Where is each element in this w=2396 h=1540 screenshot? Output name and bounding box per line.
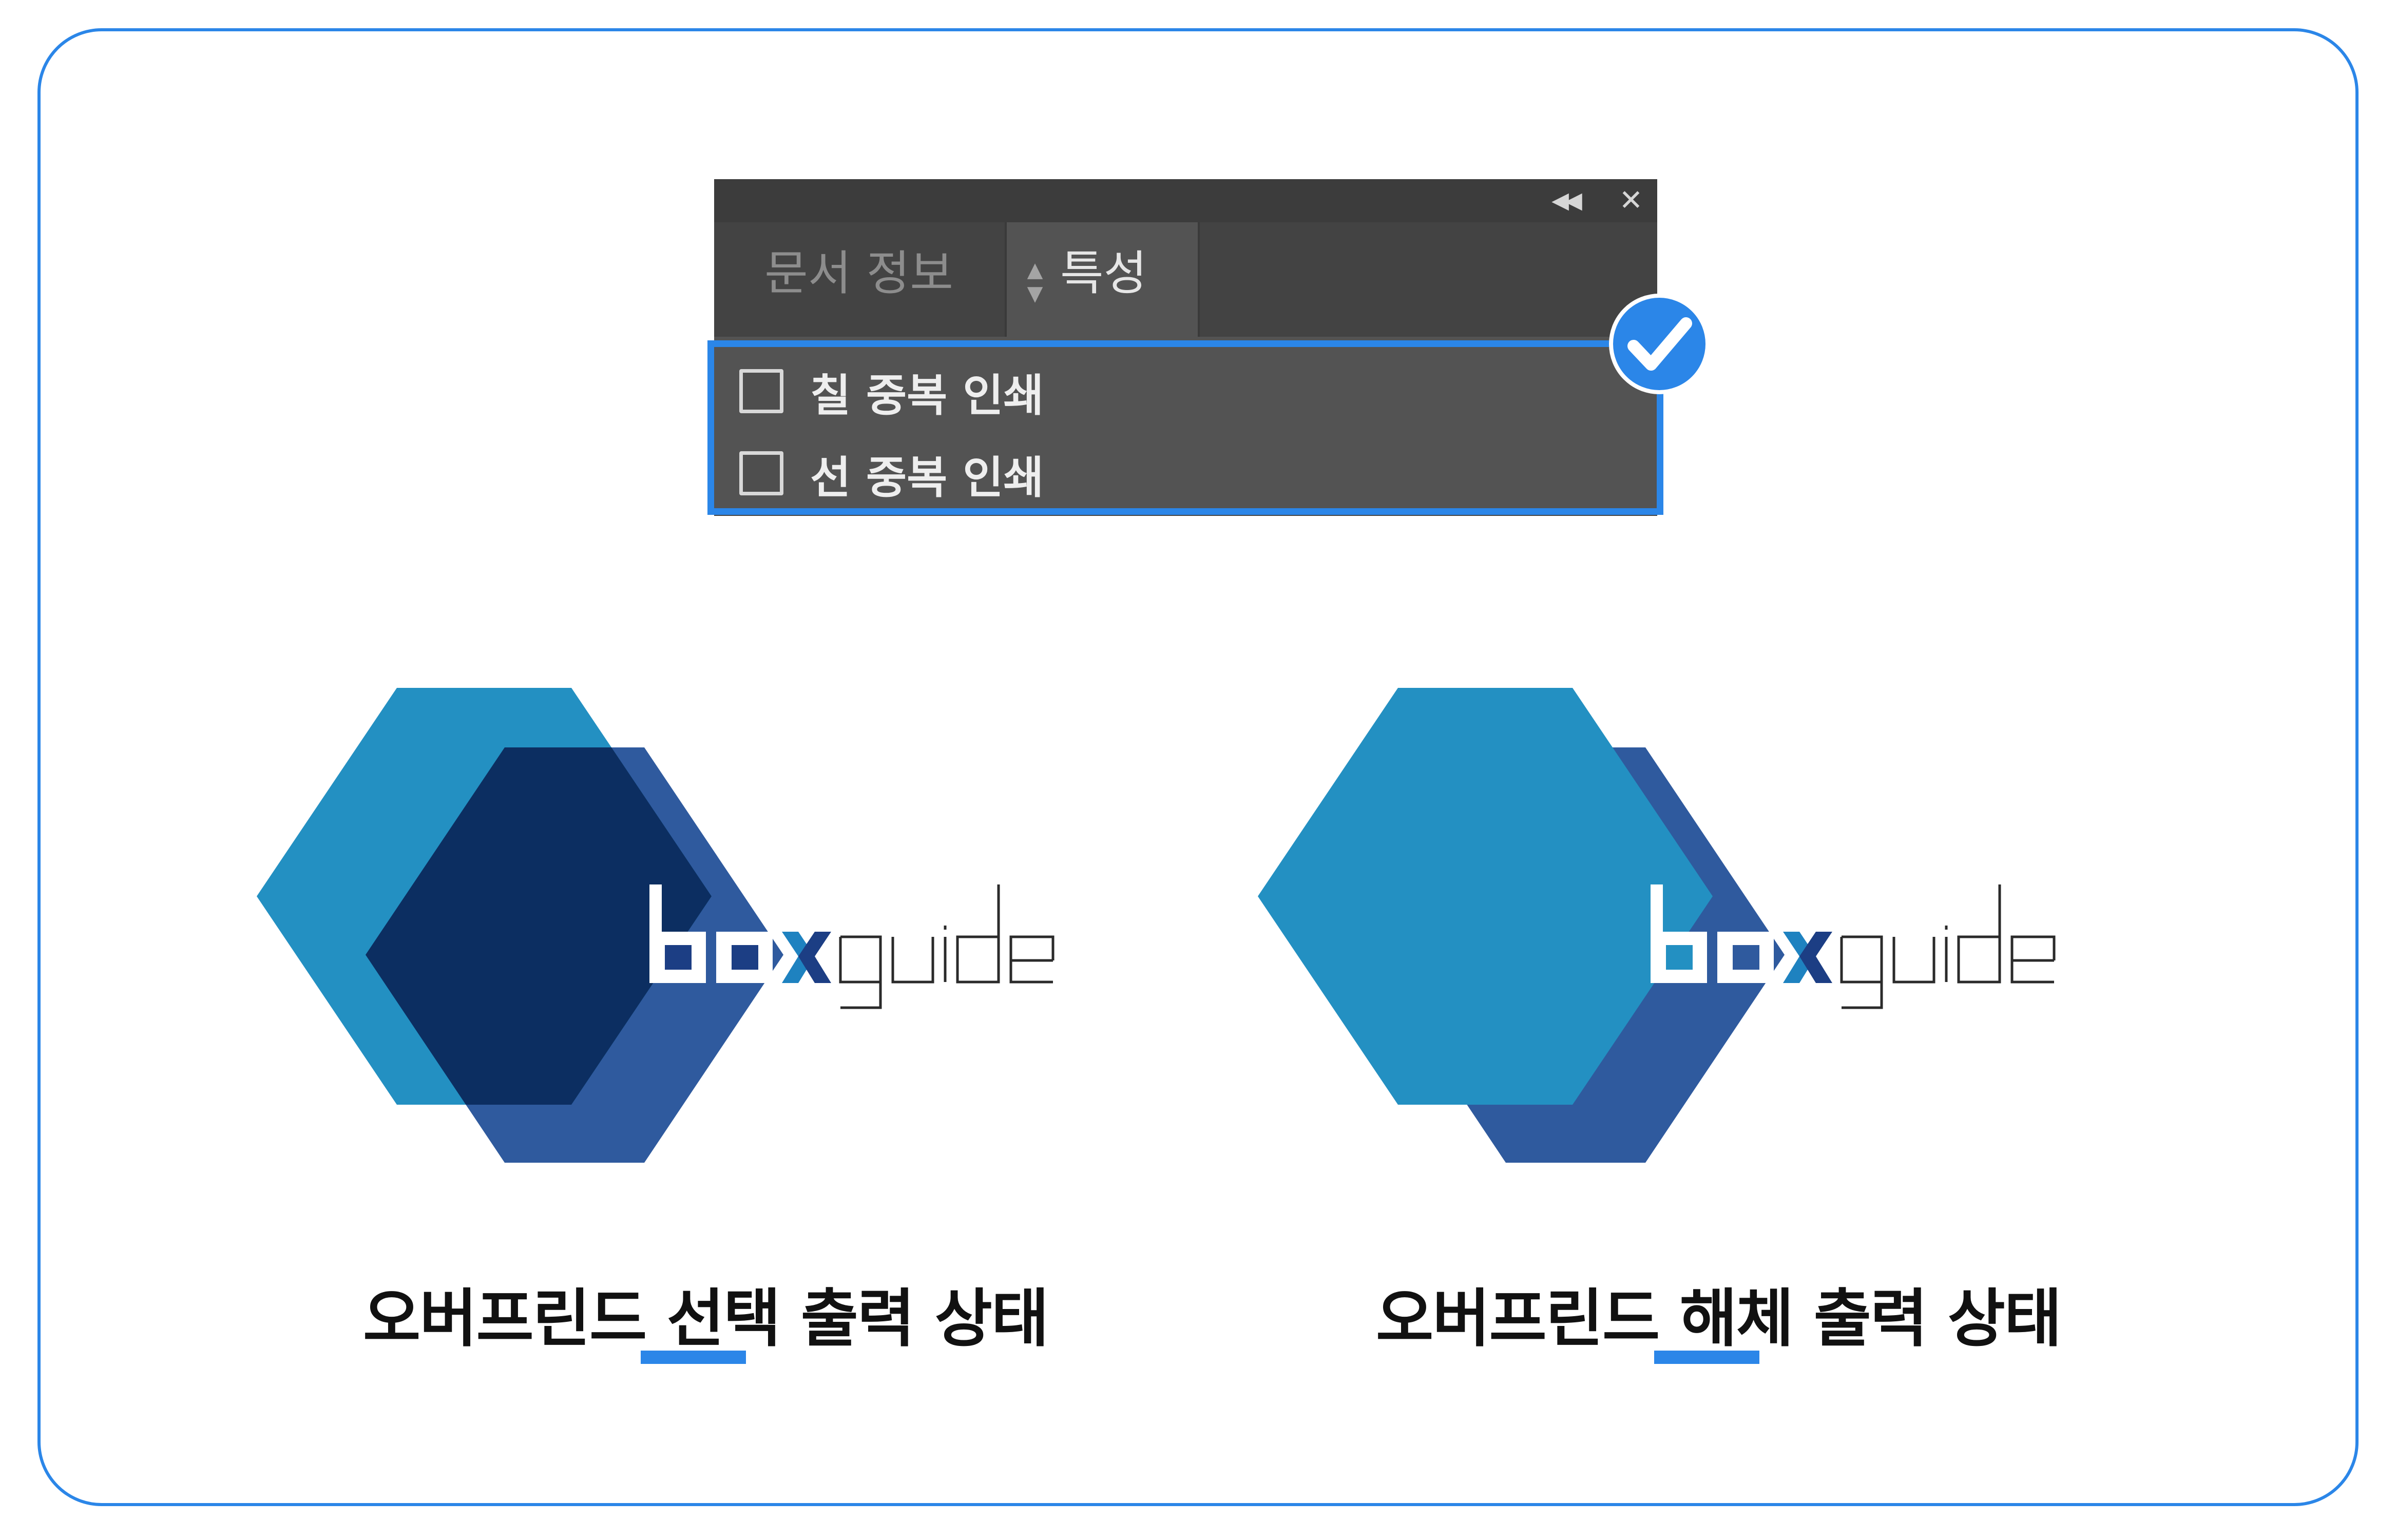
overprint-stroke-checkbox[interactable] [739,451,783,495]
caption-overprint-on: 오버프린드 선택 출력 상태 [363,1282,1049,1355]
panel-titlebar: ◀◀ ✕ [714,179,1657,222]
tab-properties-label: 특성 [1060,246,1147,301]
overprint-fill-label: 칠 중복 인쇄 [810,370,1044,421]
caption-overprint-off: 오버프린드 해체 출력 상태 [1376,1282,2062,1355]
updown-arrows-icon: ▲ ▼ [1027,258,1043,305]
logo-overprint-off [1258,688,2056,1163]
close-icon[interactable]: ✕ [1613,185,1649,216]
tab-document-info[interactable]: 문서 정보 [714,222,1004,337]
caption-underline-right [1654,1351,1759,1364]
tab-document-info-label: 문서 정보 [764,246,953,301]
checkmark-badge-icon [1609,294,1710,394]
option-overprint-stroke[interactable]: 선 중복 인쇄 [739,445,1044,504]
logo-overprint-on [257,688,1055,1163]
caption-underline-left [641,1351,746,1364]
overprint-stroke-label: 선 중복 인쇄 [810,452,1044,504]
overprint-fill-checkbox[interactable] [739,369,783,413]
tab-properties[interactable]: ▲ ▼ 특성 [1005,222,1200,337]
option-overprint-fill[interactable]: 칠 중복 인쇄 [739,363,1044,421]
collapse-panel-icon[interactable]: ◀◀ [1547,186,1583,215]
